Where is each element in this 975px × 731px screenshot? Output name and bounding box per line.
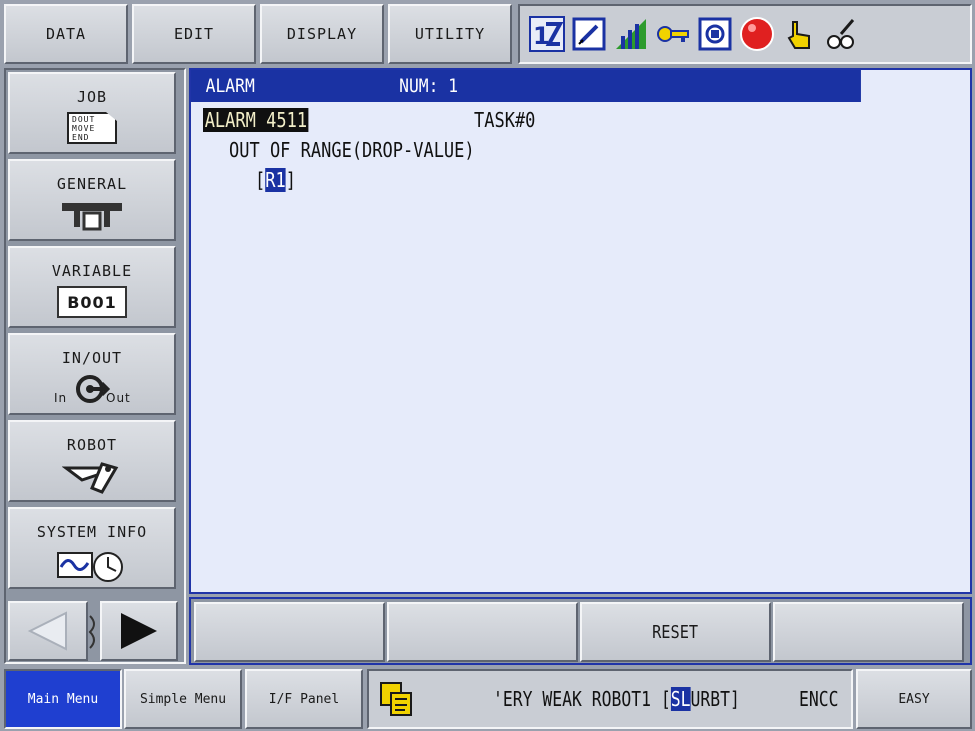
menu-edit-button[interactable]: EDIT xyxy=(132,4,256,64)
function-key-4[interactable] xyxy=(773,602,964,662)
status-message-area: 'ERY WEAK ROBOT1 [SLURBT] ENCC xyxy=(367,669,853,729)
general-tool-icon xyxy=(62,203,122,231)
alarm-code-row: ALARM 4511 xyxy=(203,108,309,132)
servo-stop-icon[interactable] xyxy=(738,14,776,54)
side-menu-inout-button[interactable]: IN/OUT In Out xyxy=(8,333,176,415)
alarm-code[interactable]: ALARM 4511 xyxy=(203,108,309,132)
arrow-right-icon xyxy=(121,613,157,649)
side-menu-variable-label: VARIABLE xyxy=(51,262,133,280)
function-key-area: RESET xyxy=(189,597,972,665)
alarm-target[interactable]: R1 xyxy=(265,168,286,192)
side-menu-general-label: GENERAL xyxy=(56,175,128,193)
side-menu-job-button[interactable]: JOB DOUT MOVE END xyxy=(8,72,176,154)
alarm-task: TASK#0 xyxy=(474,108,536,132)
side-menu-general-button[interactable]: GENERAL xyxy=(8,159,176,241)
arrow-left-icon xyxy=(27,611,67,651)
main-menu-button[interactable]: Main Menu xyxy=(4,669,122,729)
alarm-target-open: [ xyxy=(255,168,266,192)
if-panel-button[interactable]: I/F Panel xyxy=(245,669,363,729)
side-menu-system-info-button[interactable]: SYSTEM INFO xyxy=(8,507,176,589)
if-panel-label: I/F Panel xyxy=(268,691,340,707)
status-text-post: URBT] xyxy=(690,687,740,711)
alarm-num-label: NUM: 1 xyxy=(399,75,459,97)
menu-data-label: DATA xyxy=(45,25,87,43)
menu-edit-label: EDIT xyxy=(173,25,215,43)
side-menu-robot-label: ROBOT xyxy=(66,436,118,454)
simple-menu-button[interactable]: Simple Menu xyxy=(124,669,242,729)
reset-button-label: RESET xyxy=(652,621,699,643)
status-text-pre: 'ERY WEAK ROBOT1 [ xyxy=(493,687,671,711)
alarm-target-row: [R1] xyxy=(255,168,296,192)
alarm-target-close: ] xyxy=(285,168,296,192)
inout-icon-out-label: Out xyxy=(106,391,131,405)
menu-utility-label: UTILITY xyxy=(414,25,486,43)
teach-hand-icon[interactable] xyxy=(780,14,818,54)
speed-icon[interactable] xyxy=(822,14,860,54)
system-info-icon xyxy=(57,552,123,582)
job-icon-text-dout: DOUT xyxy=(72,115,96,124)
inout-icon-in-label: In xyxy=(54,391,68,405)
status-icon-strip: 1 xyxy=(518,4,972,64)
side-menu-robot-button[interactable]: ROBOT xyxy=(8,420,176,502)
alarm-display-window: ALARM NUM: 1 ALARM 4511 TASK#0 OUT OF RA… xyxy=(189,68,972,594)
menu-data-button[interactable]: DATA xyxy=(4,4,128,64)
side-menu-inout-label: IN/OUT xyxy=(61,349,123,367)
signal-strength-icon[interactable] xyxy=(612,14,650,54)
security-key-icon[interactable] xyxy=(654,14,692,54)
job-icon-text-end: END xyxy=(72,133,90,142)
reset-button[interactable]: RESET xyxy=(580,602,771,662)
side-menu-variable-button[interactable]: VARIABLE B001 xyxy=(8,246,176,328)
job-icon: DOUT MOVE END xyxy=(67,112,117,144)
alarm-title: ALARM xyxy=(205,75,255,97)
variable-icon: B001 xyxy=(57,286,127,318)
main-menu-label: Main Menu xyxy=(27,691,99,707)
bottom-bar: Main Menu Simple Menu I/F Panel 'ERY WEA… xyxy=(0,666,975,731)
menu-display-label: DISPLAY xyxy=(286,25,358,43)
menu-utility-button[interactable]: UTILITY xyxy=(388,4,512,64)
simple-menu-label: Simple Menu xyxy=(139,691,227,707)
status-encoder-text: ENCC xyxy=(799,687,839,711)
page-link-icon xyxy=(88,615,95,649)
multi-window-icon[interactable] xyxy=(375,679,423,723)
easy-button[interactable]: EASY xyxy=(856,669,972,729)
status-text: 'ERY WEAK ROBOT1 [SLURBT] xyxy=(493,687,740,711)
alarm-title-bar: ALARM NUM: 1 xyxy=(191,70,861,102)
easy-label: EASY xyxy=(898,691,930,707)
alarm-message: OUT OF RANGE(DROP-VALUE) xyxy=(229,138,475,162)
menu-display-button[interactable]: DISPLAY xyxy=(260,4,384,64)
status-text-selected: SL xyxy=(670,687,691,711)
edit-mode-icon[interactable] xyxy=(570,14,608,54)
side-menu-job-label: JOB xyxy=(76,88,108,106)
function-key-2[interactable] xyxy=(387,602,578,662)
function-key-1[interactable] xyxy=(194,602,385,662)
job-icon-text-move: MOVE xyxy=(72,124,96,133)
page-next-button[interactable] xyxy=(100,601,178,661)
coordinate-frame-icon[interactable] xyxy=(696,14,734,54)
page-prev-button[interactable] xyxy=(8,601,88,661)
inout-icon: In Out xyxy=(54,373,130,407)
robot-group-icon[interactable]: 1 xyxy=(528,14,566,54)
robot-arm-icon xyxy=(62,462,119,494)
side-menu-system-info-label: SYSTEM INFO xyxy=(36,523,148,541)
